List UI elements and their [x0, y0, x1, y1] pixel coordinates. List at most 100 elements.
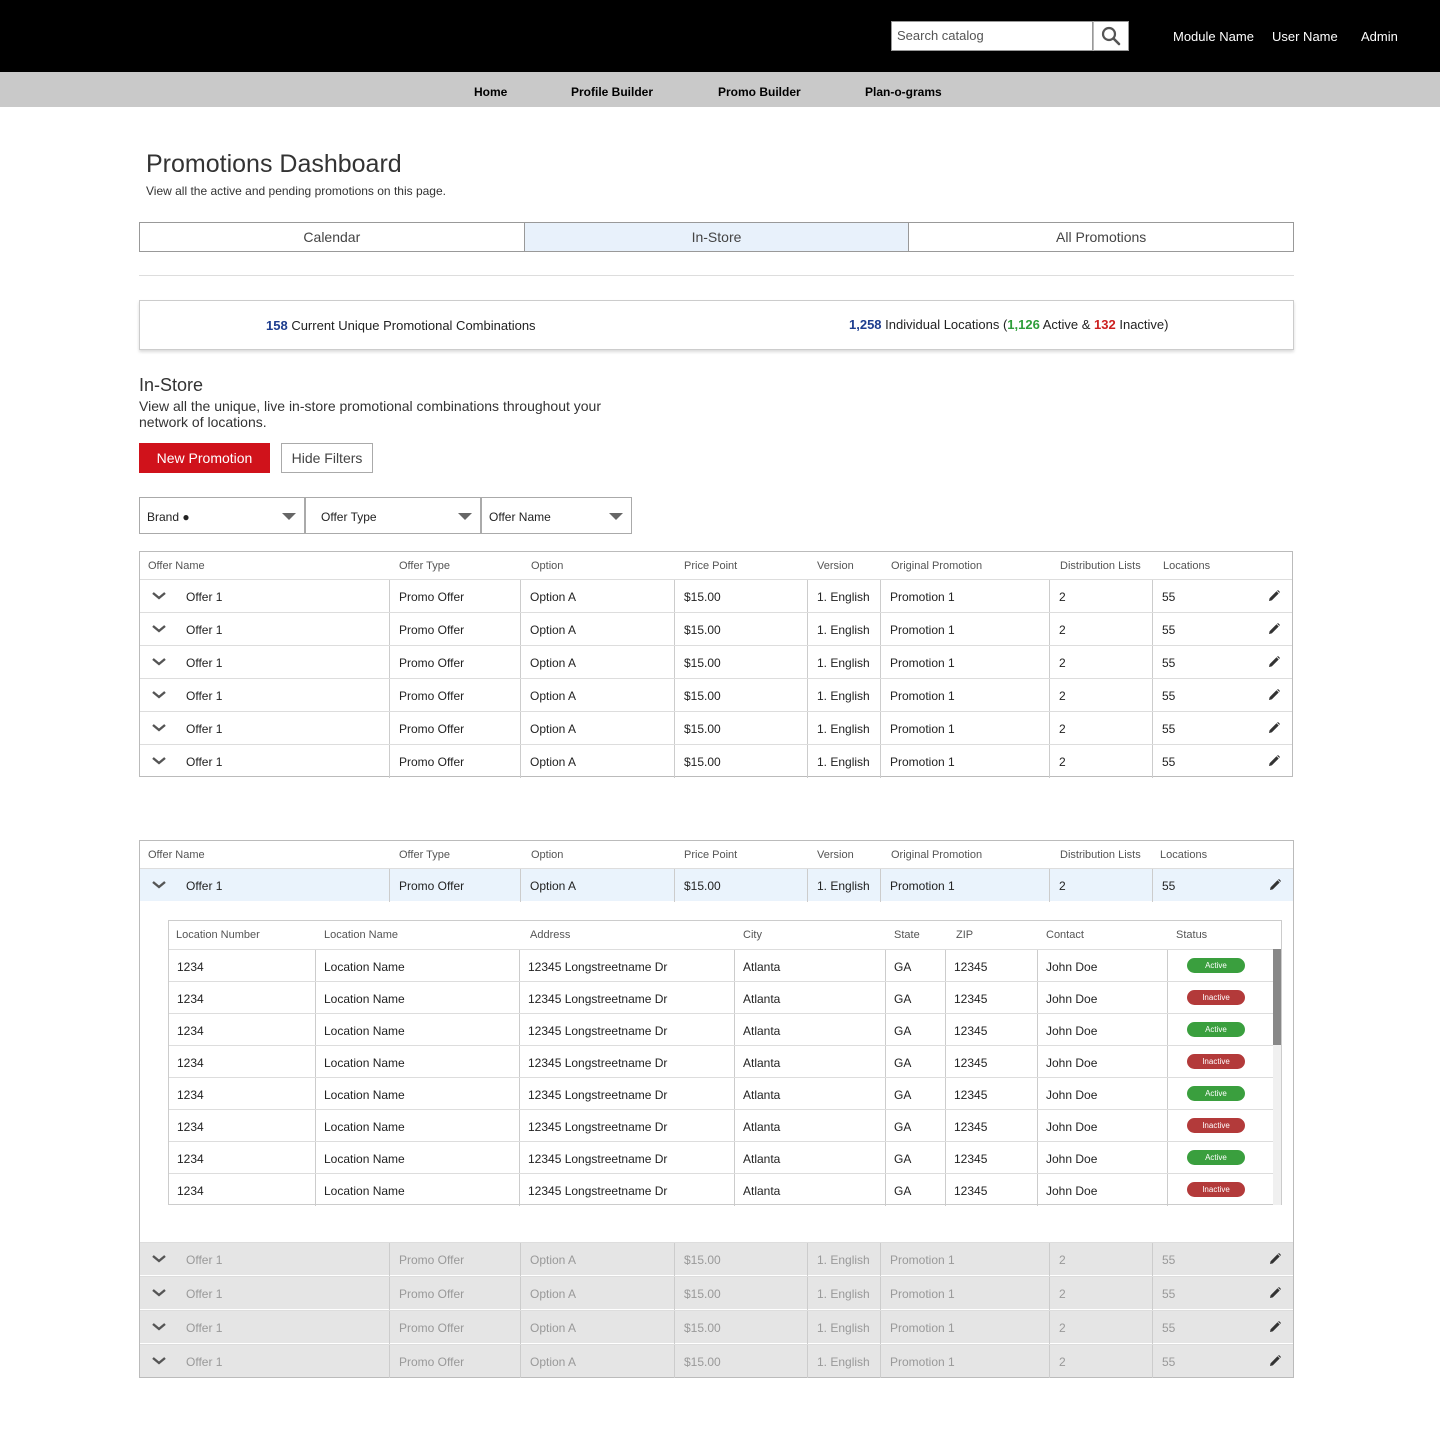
location-row[interactable]: 1234 Location Name 12345 Longstreetname Dr… — [169, 1141, 1273, 1174]
inactive-label: Inactive) — [1115, 317, 1169, 332]
chevron-down-icon[interactable] — [152, 1354, 166, 1368]
module-name-link[interactable]: Module Name — [1173, 29, 1254, 44]
table-row[interactable]: Offer 1 Promo Offer Option A $15.00 1. Engli… — [140, 678, 1292, 712]
new-promotion-button[interactable]: New Promotion — [139, 443, 270, 473]
column-header[interactable]: Locations — [1163, 560, 1210, 572]
user-name-link[interactable]: User Name — [1272, 29, 1338, 44]
tab-calendar[interactable]: Calendar — [140, 223, 525, 251]
column-header[interactable]: Original Promotion — [891, 849, 982, 861]
status-badge: Inactive — [1187, 1182, 1245, 1197]
distribution-lists-cell: 2 — [1050, 1311, 1153, 1344]
offer-type-filter[interactable]: Offer Type — [305, 497, 481, 534]
nav-promo-builder[interactable]: Promo Builder — [718, 85, 801, 99]
status-badge: Inactive — [1187, 1054, 1245, 1069]
location-row[interactable]: 1234 Location Name 12345 Longstreetname Dr… — [169, 949, 1273, 982]
table-row[interactable]: Offer 1 Promo Offer Option A $15.00 1. Engli… — [140, 1242, 1293, 1276]
column-header[interactable]: Offer Name — [148, 849, 205, 861]
state-cell: GA — [886, 982, 946, 1014]
location-row[interactable]: 1234 Location Name 12345 Longstreetname Dr… — [169, 1109, 1273, 1142]
price-cell: $15.00 — [675, 613, 808, 646]
location-column-header[interactable]: Address — [530, 929, 570, 941]
chevron-down-icon[interactable] — [152, 688, 166, 702]
chevron-down-icon[interactable] — [152, 589, 166, 603]
edit-pencil-icon[interactable] — [1269, 1253, 1281, 1265]
original-promotion-cell: Promotion 1 — [881, 580, 1050, 613]
chevron-down-icon[interactable] — [152, 1252, 166, 1266]
edit-pencil-icon[interactable] — [1268, 722, 1280, 734]
address-cell: 12345 Longstreetname Dr — [520, 982, 735, 1014]
edit-pencil-icon[interactable] — [1268, 689, 1280, 701]
chevron-down-icon[interactable] — [152, 622, 166, 636]
location-row[interactable]: 1234 Location Name 12345 Longstreetname Dr… — [169, 1045, 1273, 1078]
column-header[interactable]: Version — [817, 560, 854, 572]
chevron-down-icon[interactable] — [152, 1320, 166, 1334]
column-header[interactable]: Original Promotion — [891, 560, 982, 572]
column-header[interactable]: Locations — [1160, 849, 1207, 861]
chevron-down-icon[interactable] — [152, 754, 166, 768]
edit-pencil-icon[interactable] — [1269, 1321, 1281, 1333]
search-input[interactable]: Search catalog — [891, 21, 1093, 51]
edit-pencil-icon[interactable] — [1269, 1355, 1281, 1367]
option-cell: Option A — [521, 745, 675, 778]
nav-plan-o-grams[interactable]: Plan-o-grams — [865, 85, 942, 99]
table-row[interactable]: Offer 1 Promo Offer Option A $15.00 1. Engli… — [140, 1344, 1293, 1378]
scrollbar-thumb[interactable] — [1273, 949, 1281, 1045]
edit-pencil-icon[interactable] — [1268, 623, 1280, 635]
tab-in-store[interactable]: In-Store — [524, 223, 910, 251]
edit-pencil-icon[interactable] — [1269, 1287, 1281, 1299]
table-row[interactable]: Offer 1 Promo Offer Option A $15.00 1. Engli… — [140, 612, 1292, 646]
table-row[interactable]: Offer 1 Promo Offer Option A $15.00 1. Engli… — [140, 1310, 1293, 1344]
edit-pencil-icon[interactable] — [1268, 590, 1280, 602]
chevron-down-icon[interactable] — [152, 1286, 166, 1300]
nav-home[interactable]: Home — [474, 85, 507, 99]
location-column-header[interactable]: ZIP — [956, 929, 973, 941]
distribution-lists-cell: 2 — [1050, 580, 1153, 613]
table-row[interactable]: Offer 1 Promo Offer Option A $15.00 1. Engli… — [140, 645, 1292, 679]
chevron-down-icon[interactable] — [152, 655, 166, 669]
location-column-header[interactable]: Status — [1176, 929, 1207, 941]
contact-cell: John Doe — [1038, 982, 1168, 1014]
tab-all-promotions[interactable]: All Promotions — [909, 223, 1294, 251]
column-header[interactable]: Offer Name — [148, 560, 205, 572]
location-row[interactable]: 1234 Location Name 12345 Longstreetname Dr… — [169, 981, 1273, 1014]
distribution-lists-cell: 2 — [1050, 646, 1153, 679]
column-header[interactable]: Distribution Lists — [1060, 849, 1141, 861]
offer-name-filter[interactable]: Offer Name — [481, 497, 632, 534]
distribution-lists-cell: 2 — [1050, 745, 1153, 778]
column-header[interactable]: Offer Type — [399, 560, 450, 572]
location-column-header[interactable]: Location Name — [324, 929, 398, 941]
location-column-header[interactable]: Contact — [1046, 929, 1084, 941]
column-header[interactable]: Version — [817, 849, 854, 861]
table-row[interactable]: Offer 1 Promo Offer Option A $15.00 1. Engli… — [140, 1276, 1293, 1310]
table-row[interactable]: Offer 1 Promo Offer Option A $15.00 1. Engli… — [140, 711, 1292, 745]
column-header[interactable]: Price Point — [684, 560, 737, 572]
location-column-header[interactable]: City — [743, 929, 762, 941]
locations-count: 1,258 — [849, 317, 882, 332]
location-row[interactable]: 1234 Location Name 12345 Longstreetname Dr… — [169, 1077, 1273, 1110]
column-header[interactable]: Option — [531, 849, 563, 861]
edit-pencil-icon[interactable] — [1268, 656, 1280, 668]
location-column-header[interactable]: State — [894, 929, 920, 941]
nav-profile-builder[interactable]: Profile Builder — [571, 85, 653, 99]
edit-pencil-icon[interactable] — [1269, 879, 1281, 891]
chevron-down-icon[interactable] — [152, 721, 166, 735]
zip-cell: 12345 — [946, 1014, 1038, 1046]
active-count: 1,126 — [1007, 317, 1040, 332]
table-row[interactable]: Offer 1 Promo Offer Option A $15.00 1. Engli… — [140, 579, 1292, 613]
search-button[interactable] — [1093, 21, 1129, 51]
table-row[interactable]: Offer 1 Promo Offer Option A $15.00 1. Engli… — [140, 744, 1292, 778]
admin-link[interactable]: Admin — [1361, 29, 1398, 44]
location-row[interactable]: 1234 Location Name 12345 Longstreetname Dr… — [169, 1013, 1273, 1046]
location-row[interactable]: 1234 Location Name 12345 Longstreetname Dr… — [169, 1173, 1273, 1206]
table-row[interactable]: Offer 1 Promo Offer Option A $15.00 1. Engli… — [140, 868, 1293, 902]
edit-pencil-icon[interactable] — [1268, 755, 1280, 767]
brand-filter[interactable]: Brand ● — [139, 497, 305, 534]
column-header[interactable]: Distribution Lists — [1060, 560, 1141, 572]
column-header[interactable]: Price Point — [684, 849, 737, 861]
column-header[interactable]: Option — [531, 560, 563, 572]
location-column-header[interactable]: Location Number — [176, 929, 260, 941]
hide-filters-button[interactable]: Hide Filters — [281, 443, 373, 473]
chevron-down-icon[interactable] — [152, 878, 166, 892]
column-header[interactable]: Offer Type — [399, 849, 450, 861]
location-number-cell: 1234 — [169, 950, 316, 982]
